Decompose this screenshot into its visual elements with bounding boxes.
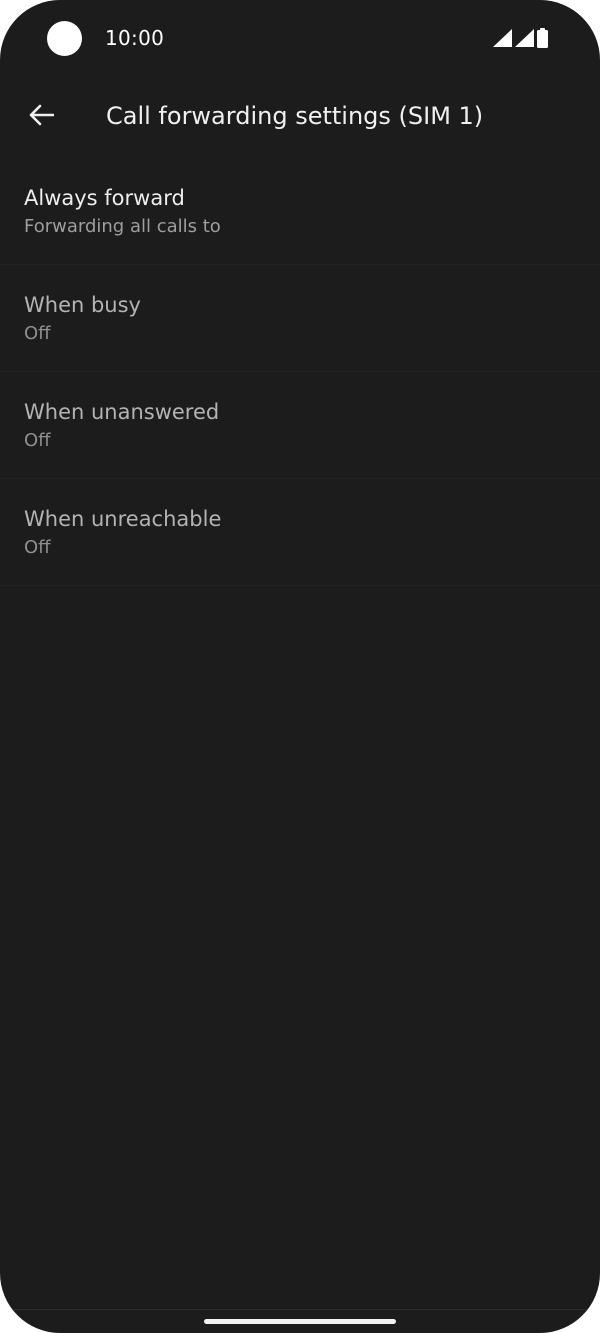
always-forward-item[interactable]: Always forward Forwarding all calls to <box>0 158 600 265</box>
status-clock: 10:00 <box>105 26 165 50</box>
battery-icon <box>537 28 548 48</box>
app-bar: Call forwarding settings (SIM 1) <box>0 82 600 154</box>
pref-summary: Off <box>24 430 51 451</box>
gesture-handle[interactable] <box>204 1319 396 1324</box>
when-unreachable-item[interactable]: When unreachable Off <box>0 479 600 586</box>
status-icons <box>493 27 548 49</box>
navigation-bar <box>0 1309 600 1333</box>
when-busy-item[interactable]: When busy Off <box>0 265 600 372</box>
phone-screen: 10:00 Call forwarding settings (SIM 1) A… <box>0 0 600 1333</box>
front-camera <box>47 21 82 56</box>
pref-title: Always forward <box>24 186 185 210</box>
call-forwarding-list: Always forward Forwarding all calls to W… <box>0 158 600 586</box>
status-bar: 10:00 <box>0 0 600 76</box>
pref-summary: Forwarding all calls to <box>24 216 221 237</box>
page-title: Call forwarding settings (SIM 1) <box>106 102 484 130</box>
pref-title: When busy <box>24 293 141 317</box>
pref-title: When unreachable <box>24 507 222 531</box>
pref-summary: Off <box>24 537 51 558</box>
pref-summary: Off <box>24 323 51 344</box>
signal-icon <box>493 29 512 47</box>
back-button[interactable] <box>18 94 64 140</box>
pref-title: When unanswered <box>24 400 220 424</box>
when-unanswered-item[interactable]: When unanswered Off <box>0 372 600 479</box>
signal-icon <box>515 29 534 47</box>
arrow-back-icon <box>28 104 55 130</box>
